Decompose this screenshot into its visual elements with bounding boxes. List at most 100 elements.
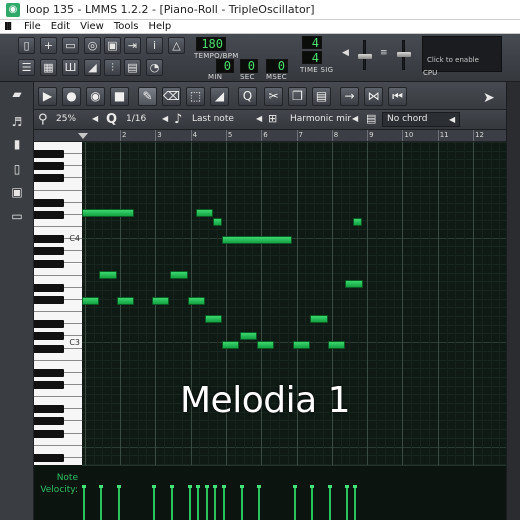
black-key[interactable] xyxy=(34,417,64,426)
note-block[interactable] xyxy=(99,271,117,279)
velocity-handle[interactable] xyxy=(345,485,349,488)
pitch-bend-mode-icon[interactable]: ◢ xyxy=(210,87,229,106)
mixer-icon[interactable]: ⫶ xyxy=(104,59,121,76)
scale-dropdown-arrow[interactable]: ◀ xyxy=(352,114,358,123)
velocity-bar[interactable] xyxy=(346,486,348,520)
velocity-bar[interactable] xyxy=(100,486,102,520)
black-key[interactable] xyxy=(34,150,64,159)
draw-mode-icon[interactable]: ✎ xyxy=(138,87,157,106)
zoom-dropdown-arrow[interactable]: ◀ xyxy=(92,114,98,123)
velocity-handle[interactable] xyxy=(196,485,200,488)
black-key[interactable] xyxy=(34,429,64,438)
menu-view[interactable]: View xyxy=(80,21,104,32)
velocity-bar[interactable] xyxy=(171,486,173,520)
velocity-bar[interactable] xyxy=(189,486,191,520)
select-mode-icon[interactable]: ⬚ xyxy=(186,87,205,106)
black-key[interactable] xyxy=(34,174,64,183)
my-presets-icon[interactable]: ▣ xyxy=(10,185,24,199)
paste-icon[interactable]: ▤ xyxy=(312,87,331,106)
computer-icon[interactable]: ▭ xyxy=(10,209,24,223)
note-length-value[interactable]: Last note xyxy=(192,114,234,124)
velocity-bar[interactable] xyxy=(197,486,199,520)
menu-help[interactable]: Help xyxy=(148,21,171,32)
piano-roll-icon[interactable]: Ш xyxy=(62,59,79,76)
timesig-denominator[interactable]: 4 xyxy=(302,51,322,65)
menu-edit[interactable]: Edit xyxy=(51,21,70,32)
new-project-icon[interactable]: ▯ xyxy=(18,37,35,54)
copy-icon[interactable]: ❐ xyxy=(288,87,307,106)
black-key[interactable] xyxy=(34,381,64,389)
velocity-bar[interactable] xyxy=(118,486,120,520)
velocity-bar[interactable] xyxy=(258,486,260,520)
scale-value[interactable]: Harmonic mir xyxy=(290,114,351,124)
note-block[interactable] xyxy=(213,218,222,226)
black-key[interactable] xyxy=(34,320,64,329)
black-key[interactable] xyxy=(34,259,64,268)
note-block[interactable] xyxy=(188,297,205,305)
velocity-handle[interactable] xyxy=(222,485,226,488)
open-project-icon[interactable]: ▭ xyxy=(62,37,79,54)
note-block[interactable] xyxy=(196,209,213,217)
metronome-icon[interactable]: △ xyxy=(168,37,185,54)
menu-file[interactable]: File xyxy=(24,21,41,32)
note-block[interactable] xyxy=(82,297,99,305)
menu-tools[interactable]: Tools xyxy=(114,21,139,32)
quantize-value[interactable]: 1/16 xyxy=(126,114,146,124)
playhead-marker-icon[interactable] xyxy=(78,133,88,139)
velocity-handle[interactable] xyxy=(328,485,332,488)
samples-browser-icon[interactable]: ♬ xyxy=(10,115,24,129)
velocity-bar[interactable] xyxy=(206,486,208,520)
note-block[interactable] xyxy=(117,297,134,305)
note-block[interactable] xyxy=(222,236,292,244)
black-key[interactable] xyxy=(34,162,64,171)
master-pitch-knob[interactable] xyxy=(397,52,411,57)
velocity-bar[interactable] xyxy=(329,486,331,520)
loop-points-icon[interactable]: ⋈ xyxy=(364,87,383,106)
zoom-value[interactable]: 25% xyxy=(56,114,76,124)
black-key[interactable] xyxy=(34,368,64,377)
velocity-bar[interactable] xyxy=(241,486,243,520)
erase-mode-icon[interactable]: ⌫ xyxy=(162,87,181,106)
note-block[interactable] xyxy=(293,341,310,349)
velocity-bar[interactable] xyxy=(294,486,296,520)
note-block[interactable] xyxy=(82,209,134,217)
black-key[interactable] xyxy=(34,332,64,341)
velocity-bar[interactable] xyxy=(311,486,313,520)
black-key[interactable] xyxy=(34,235,64,244)
velocity-bar[interactable] xyxy=(223,486,225,520)
save-project-icon[interactable]: ▣ xyxy=(104,37,121,54)
stop-icon[interactable]: ■ xyxy=(110,87,129,106)
record-while-playing-icon[interactable]: ◉ xyxy=(86,87,105,106)
note-block[interactable] xyxy=(205,315,222,323)
chord-dropdown[interactable]: No chord ◀ xyxy=(382,112,460,127)
timesig-numerator[interactable]: 4 xyxy=(302,36,322,50)
export-project-icon[interactable]: ⇥ xyxy=(124,37,141,54)
tempo-display[interactable]: 180 xyxy=(196,37,226,51)
note-block[interactable] xyxy=(152,297,169,305)
auto-scroll-icon[interactable]: → xyxy=(340,87,359,106)
velocity-bar[interactable] xyxy=(83,486,85,520)
black-key[interactable] xyxy=(34,247,64,256)
velocity-bar[interactable] xyxy=(214,486,216,520)
velocity-bar[interactable] xyxy=(354,486,356,520)
note-length-dropdown-arrow[interactable]: ◀ xyxy=(256,114,262,123)
velocity-handle[interactable] xyxy=(240,485,244,488)
automation-editor-icon[interactable]: ◢ xyxy=(84,59,101,76)
note-block[interactable] xyxy=(310,315,328,323)
stop-behaviour-icon[interactable]: ⏮ xyxy=(388,87,407,106)
velocity-handle[interactable] xyxy=(353,485,357,488)
controller-rack-icon[interactable]: ▤ xyxy=(124,59,141,76)
vertical-scrollbar[interactable] xyxy=(506,82,520,520)
cpu-graph[interactable]: Click to enable xyxy=(422,36,502,72)
beat-editor-icon[interactable]: ▦ xyxy=(40,59,57,76)
record-icon[interactable]: ● xyxy=(62,87,81,106)
my-samples-icon[interactable]: ▯ xyxy=(10,162,24,176)
velocity-handle[interactable] xyxy=(188,485,192,488)
black-key[interactable] xyxy=(34,453,64,462)
recent-projects-icon[interactable]: ◎ xyxy=(84,37,101,54)
quantize-icon[interactable]: Q xyxy=(238,87,257,106)
my-projects-icon[interactable]: ▮ xyxy=(10,137,24,151)
instrument-plugins-icon[interactable]: ▰ xyxy=(10,87,24,101)
piano-keyboard[interactable]: C4 C3 xyxy=(34,142,82,465)
black-key[interactable] xyxy=(34,210,64,219)
